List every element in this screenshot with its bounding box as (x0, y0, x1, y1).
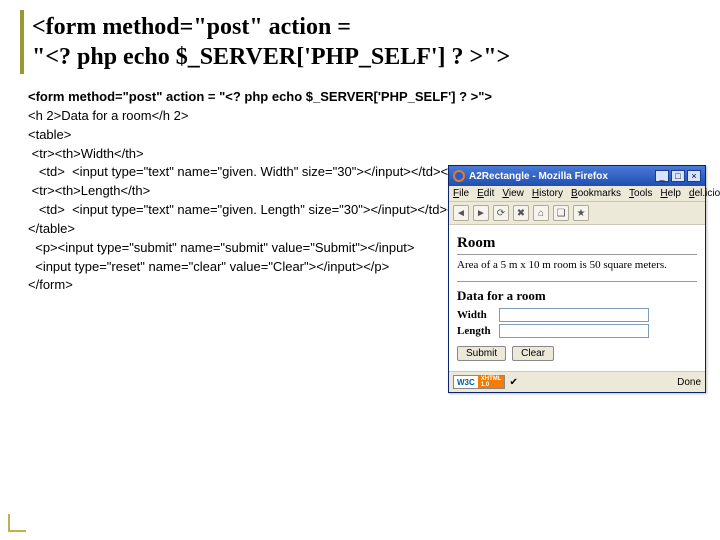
minimize-button[interactable]: _ (655, 170, 669, 182)
title-line-2: "<? php echo $_SERVER['PHP_SELF'] ? >"> (32, 42, 700, 72)
forward-icon[interactable]: ► (473, 205, 489, 221)
menu-tools[interactable]: Tools (629, 188, 652, 199)
maximize-button[interactable]: □ (671, 170, 685, 182)
page-heading: Room (457, 235, 697, 252)
page-body-text: Area of a 5 m x 10 m room is 50 square m… (457, 259, 697, 271)
menu-edit[interactable]: Edit (477, 188, 494, 199)
width-label: Width (457, 309, 493, 321)
browser-title-text: A2Rectangle - Mozilla Firefox (469, 171, 651, 182)
w3c-badge: W3C XHTML1.0 (453, 375, 505, 389)
submit-button[interactable] (457, 346, 506, 361)
length-label: Length (457, 325, 493, 337)
browser-window: A2Rectangle - Mozilla Firefox _ □ × File… (448, 165, 706, 393)
firefox-icon (453, 170, 465, 182)
title-line-1: <form method="post" action = (32, 12, 700, 42)
code-line: </form> (28, 277, 73, 292)
length-input[interactable] (499, 324, 649, 338)
browser-toolbar: ◄ ► ⟳ ✖ ⌂ ❏ ★ (449, 202, 705, 225)
menu-bookmarks[interactable]: Bookmarks (571, 188, 621, 199)
code-line: <table> (28, 127, 71, 142)
code-line: <input type="reset" name="clear" value="… (28, 259, 389, 274)
divider (457, 254, 697, 255)
menu-file[interactable]: File (453, 188, 469, 199)
code-line: <td> <input type="text" name="given. Len… (28, 202, 474, 217)
code-line: <h 2>Data for a room</h 2> (28, 108, 188, 123)
slide-title: <form method="post" action = "<? php ech… (20, 10, 700, 74)
code-line: <tr><th>Width</th> (28, 146, 144, 161)
status-text: Done (677, 377, 701, 388)
browser-statusbar: W3C XHTML1.0 ✔ Done (449, 371, 705, 392)
w3c-badge-right: XHTML1.0 (478, 376, 505, 388)
w3c-badge-left: W3C (454, 376, 478, 388)
close-button[interactable]: × (687, 170, 701, 182)
bookmark-icon[interactable]: ★ (573, 205, 589, 221)
menu-view[interactable]: View (502, 188, 524, 199)
divider (457, 281, 697, 282)
menu-history[interactable]: History (532, 188, 563, 199)
clear-button[interactable] (512, 346, 554, 361)
reload-icon[interactable]: ⟳ (493, 205, 509, 221)
code-line: <tr><th>Length</th> (28, 183, 150, 198)
browser-titlebar: A2Rectangle - Mozilla Firefox _ □ × (449, 166, 705, 186)
menu-help[interactable]: Help (660, 188, 681, 199)
home-icon[interactable]: ⌂ (533, 205, 549, 221)
page-subheading: Data for a room (457, 288, 697, 304)
check-icon: ✔ (509, 377, 517, 388)
menu-delicious[interactable]: del.icio.us (689, 188, 720, 199)
browser-menubar: File Edit View History Bookmarks Tools H… (449, 186, 705, 202)
back-icon[interactable]: ◄ (453, 205, 469, 221)
width-input[interactable] (499, 308, 649, 322)
browser-viewport: Room Area of a 5 m x 10 m room is 50 squ… (449, 225, 705, 371)
code-line: <p><input type="submit" name="submit" va… (28, 240, 415, 255)
corner-decoration (8, 514, 26, 532)
code-line: <form method="post" action = "<? php ech… (28, 89, 492, 104)
code-line: </table> (28, 221, 75, 236)
code-line: <td> <input type="text" name="given. Wid… (28, 164, 467, 179)
stop-icon[interactable]: ✖ (513, 205, 529, 221)
tag-icon[interactable]: ❏ (553, 205, 569, 221)
